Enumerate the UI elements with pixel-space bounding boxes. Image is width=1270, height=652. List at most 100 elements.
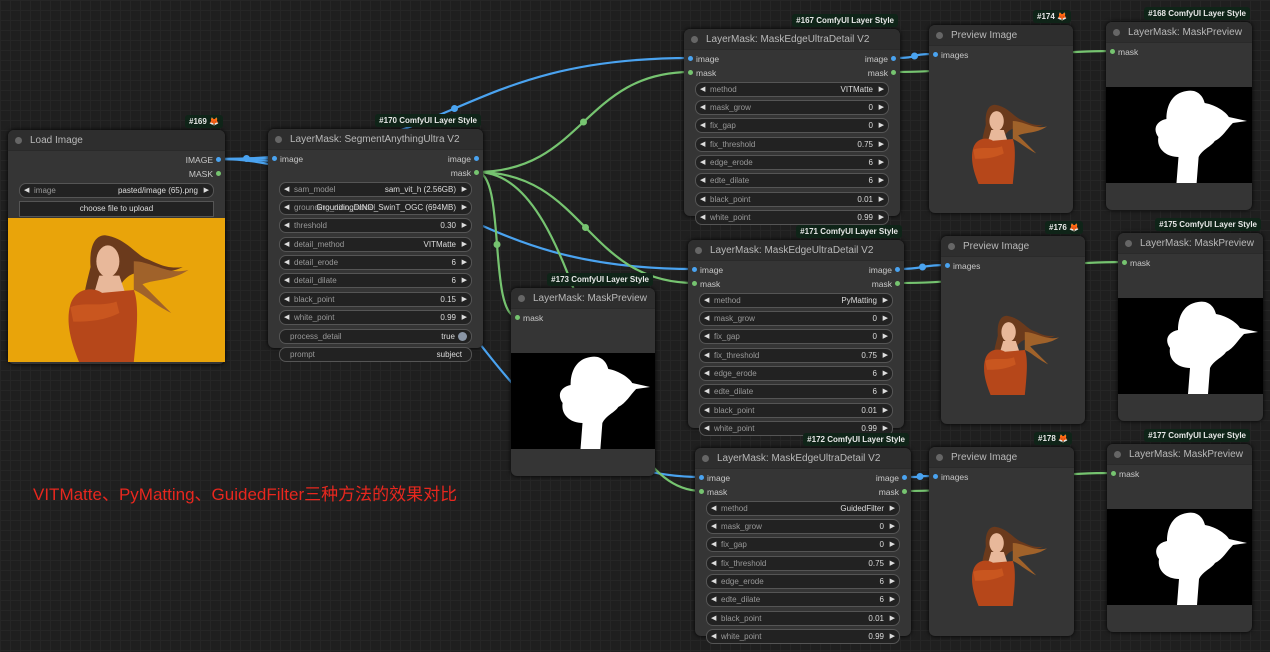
decrement-arrow-icon[interactable]: ◀ xyxy=(700,119,705,132)
widget-black-point[interactable]: ◀ black_point 0.01 ▶ xyxy=(706,610,900,626)
decrement-arrow-icon[interactable]: ◀ xyxy=(284,274,289,287)
image-output-dot[interactable] xyxy=(902,475,907,480)
increment-arrow-icon[interactable]: ▶ xyxy=(879,101,884,114)
widget-mask-grow[interactable]: ◀ mask_grow 0 ▶ xyxy=(695,99,889,115)
widget-mask-grow[interactable]: ◀ mask_grow 0 ▶ xyxy=(706,518,900,534)
input-image[interactable]: image xyxy=(700,263,723,277)
collapse-dot[interactable] xyxy=(691,35,698,43)
collapse-dot[interactable] xyxy=(275,135,282,143)
image-input-dot[interactable] xyxy=(933,474,938,479)
decrement-arrow-icon[interactable]: ◀ xyxy=(711,575,716,588)
increment-arrow-icon[interactable]: ▶ xyxy=(879,138,884,151)
decrement-arrow-icon[interactable]: ◀ xyxy=(700,193,705,206)
node-layermask-maskedgeultradetail-v2[interactable]: LayerMask: MaskEdgeUltraDetail V2 image im… xyxy=(684,29,900,226)
decrement-arrow-icon[interactable]: ◀ xyxy=(711,612,716,625)
image-input-dot[interactable] xyxy=(945,263,950,268)
increment-arrow-icon[interactable]: ▶ xyxy=(883,330,888,343)
widget-white-point[interactable]: ◀ white_point 0.99 ▶ xyxy=(695,210,889,226)
decrement-arrow-icon[interactable]: ◀ xyxy=(284,219,289,232)
widget-sam-model[interactable]: ◀ sam_model sam_vit_h (2.56GB) ▶ xyxy=(279,181,472,197)
decrement-arrow-icon[interactable]: ◀ xyxy=(700,83,705,96)
decrement-arrow-icon[interactable]: ◀ xyxy=(24,184,29,197)
input-images[interactable]: images xyxy=(953,259,980,273)
widget-method[interactable]: ◀ method PyMatting ▶ xyxy=(699,292,893,308)
widget-prompt[interactable]: prompt subject xyxy=(279,347,472,363)
decrement-arrow-icon[interactable]: ◀ xyxy=(711,538,716,551)
increment-arrow-icon[interactable]: ▶ xyxy=(462,274,467,287)
decrement-arrow-icon[interactable]: ◀ xyxy=(704,294,709,307)
collapse-dot[interactable] xyxy=(1114,450,1121,458)
node-load-image[interactable]: Load Image IMAGE MASK ◀ image pasted/image (6… xyxy=(8,130,225,364)
mask-input-dot[interactable] xyxy=(692,281,697,286)
increment-arrow-icon[interactable]: ▶ xyxy=(890,520,895,533)
increment-arrow-icon[interactable]: ▶ xyxy=(890,612,895,625)
choose-file-button[interactable]: choose file to upload xyxy=(19,200,214,217)
node-title-bar[interactable]: Preview Image xyxy=(929,447,1074,468)
increment-arrow-icon[interactable]: ▶ xyxy=(879,119,884,132)
node-title-bar[interactable]: LayerMask: MaskPreview xyxy=(1118,233,1263,254)
decrement-arrow-icon[interactable]: ◀ xyxy=(704,312,709,325)
node-preview-image[interactable]: Preview Image images xyxy=(929,25,1073,213)
link-midpoint-dot[interactable] xyxy=(911,52,918,60)
widget-fix-gap[interactable]: ◀ fix_gap 0 ▶ xyxy=(706,537,900,553)
mask-input-dot[interactable] xyxy=(688,70,693,75)
widget-threshold[interactable]: ◀ threshold 0.30 ▶ xyxy=(279,218,472,234)
mask-input-dot[interactable] xyxy=(1111,471,1116,476)
node-layermask-segmentanythingultra-v2[interactable]: LayerMask: SegmentAnythingUltra V2 image i… xyxy=(268,129,483,363)
increment-arrow-icon[interactable]: ▶ xyxy=(890,630,895,643)
increment-arrow-icon[interactable]: ▶ xyxy=(462,293,467,306)
node-title-bar[interactable]: LayerMask: MaskPreview xyxy=(1107,444,1252,465)
increment-arrow-icon[interactable]: ▶ xyxy=(883,294,888,307)
node-title-bar[interactable]: LayerMask: MaskPreview xyxy=(1106,22,1252,43)
link-midpoint-dot[interactable] xyxy=(451,105,458,112)
increment-arrow-icon[interactable]: ▶ xyxy=(204,184,209,197)
widget-edge-erode[interactable]: ◀ edge_erode 6 ▶ xyxy=(699,366,893,382)
increment-arrow-icon[interactable]: ▶ xyxy=(890,538,895,551)
input-image[interactable]: image xyxy=(707,471,730,485)
widget-detail-erode[interactable]: ◀ detail_erode 6 ▶ xyxy=(279,255,472,271)
increment-arrow-icon[interactable]: ▶ xyxy=(883,367,888,380)
increment-arrow-icon[interactable]: ▶ xyxy=(890,502,895,515)
widget-image[interactable]: ◀ image pasted/image (65).png ▶ xyxy=(19,182,214,198)
decrement-arrow-icon[interactable]: ◀ xyxy=(711,502,716,515)
increment-arrow-icon[interactable]: ▶ xyxy=(890,557,895,570)
increment-arrow-icon[interactable]: ▶ xyxy=(883,312,888,325)
widget-edge-erode[interactable]: ◀ edge_erode 6 ▶ xyxy=(695,155,889,171)
toggle-knob[interactable] xyxy=(458,331,467,341)
link-midpoint-dot[interactable] xyxy=(919,263,926,271)
node-layermask-maskpreview[interactable]: LayerMask: MaskPreview mask xyxy=(511,288,655,476)
widget-edte-dilate[interactable]: ◀ edte_dilate 6 ▶ xyxy=(695,173,889,189)
input-image[interactable]: image xyxy=(280,152,303,166)
increment-arrow-icon[interactable]: ▶ xyxy=(462,238,467,251)
image-input-dot[interactable] xyxy=(692,267,697,272)
increment-arrow-icon[interactable]: ▶ xyxy=(879,193,884,206)
node-preview-image[interactable]: Preview Image images xyxy=(929,447,1074,636)
image-input-dot[interactable] xyxy=(272,156,277,161)
decrement-arrow-icon[interactable]: ◀ xyxy=(704,330,709,343)
decrement-arrow-icon[interactable]: ◀ xyxy=(284,238,289,251)
decrement-arrow-icon[interactable]: ◀ xyxy=(284,293,289,306)
increment-arrow-icon[interactable]: ▶ xyxy=(462,256,467,269)
input-mask[interactable]: mask xyxy=(707,485,727,499)
node-title-bar[interactable]: LayerMask: MaskEdgeUltraDetail V2 xyxy=(684,29,900,50)
increment-arrow-icon[interactable]: ▶ xyxy=(890,593,895,606)
output-mask[interactable]: MASK xyxy=(189,167,213,181)
output-image[interactable]: image xyxy=(876,471,899,485)
increment-arrow-icon[interactable]: ▶ xyxy=(462,219,467,232)
increment-arrow-icon[interactable]: ▶ xyxy=(883,349,888,362)
decrement-arrow-icon[interactable]: ◀ xyxy=(704,422,709,435)
mask-input-dot[interactable] xyxy=(515,315,520,320)
widget-process-detail[interactable]: process_detail true xyxy=(279,328,472,344)
node-title-bar[interactable]: Load Image xyxy=(8,130,225,151)
decrement-arrow-icon[interactable]: ◀ xyxy=(711,593,716,606)
decrement-arrow-icon[interactable]: ◀ xyxy=(700,138,705,151)
decrement-arrow-icon[interactable]: ◀ xyxy=(704,385,709,398)
widget-method[interactable]: ◀ method VITMatte ▶ xyxy=(695,81,889,97)
input-image[interactable]: image xyxy=(696,52,719,66)
mask-input-dot[interactable] xyxy=(1122,260,1127,265)
decrement-arrow-icon[interactable]: ◀ xyxy=(704,404,709,417)
node-preview-image[interactable]: Preview Image images xyxy=(941,236,1085,424)
node-layermask-maskpreview[interactable]: LayerMask: MaskPreview mask xyxy=(1118,233,1263,421)
decrement-arrow-icon[interactable]: ◀ xyxy=(700,101,705,114)
mask-output-dot[interactable] xyxy=(895,281,900,286)
